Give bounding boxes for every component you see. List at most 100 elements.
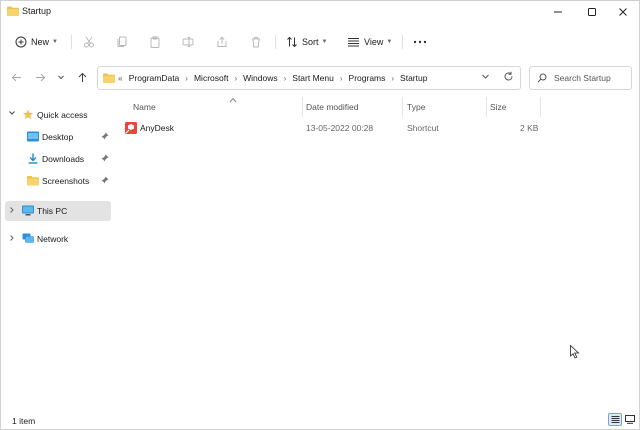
sidebar-item-screenshots[interactable]: Screenshots: [5, 171, 111, 191]
breadcrumb-programdata[interactable]: ProgramData: [129, 73, 180, 83]
column-divider[interactable]: [486, 97, 487, 117]
table-row[interactable]: AnyDesk 13-05-2022 00:28 Shortcut 2 KB: [122, 121, 542, 137]
chevron-right-icon[interactable]: [8, 234, 16, 244]
pin-icon[interactable]: [101, 132, 109, 142]
sidebar-item-label: Network: [37, 234, 69, 244]
folder-icon: [7, 6, 19, 16]
breadcrumb: « ProgramData › Microsoft › Windows › St…: [118, 73, 427, 83]
sidebar-item-desktop[interactable]: Desktop: [5, 127, 111, 147]
view-label: View: [364, 37, 384, 47]
breadcrumb-separator[interactable]: ›: [340, 74, 343, 83]
recent-locations-button[interactable]: [54, 70, 68, 84]
column-divider[interactable]: [302, 97, 303, 117]
address-bar[interactable]: « ProgramData › Microsoft › Windows › St…: [97, 66, 521, 90]
pin-icon[interactable]: [101, 154, 109, 164]
column-header-size[interactable]: Size: [490, 99, 540, 115]
divider: [402, 35, 403, 49]
column-header-type[interactable]: Type: [407, 99, 487, 115]
tiles-view-icon: [625, 415, 635, 424]
breadcrumb-microsoft[interactable]: Microsoft: [194, 73, 228, 83]
details-view-button[interactable]: [608, 413, 622, 426]
sidebar-item-network[interactable]: Network: [5, 229, 111, 249]
refresh-button[interactable]: [503, 71, 514, 85]
rename-icon: [182, 37, 194, 47]
share-button[interactable]: [216, 34, 228, 50]
sort-ascending-icon: [229, 97, 237, 105]
sort-label: Sort: [302, 37, 319, 47]
breadcrumb-separator[interactable]: ›: [391, 74, 394, 83]
arrow-right-icon: [35, 73, 45, 81]
column-divider[interactable]: [540, 97, 541, 117]
divider: [71, 35, 72, 49]
column-header-name[interactable]: Name: [133, 97, 301, 115]
breadcrumb-separator[interactable]: ›: [284, 74, 287, 83]
copy-button[interactable]: [116, 34, 128, 50]
column-divider[interactable]: [402, 97, 403, 117]
minimize-button[interactable]: [542, 1, 574, 23]
breadcrumb-separator[interactable]: ›: [234, 74, 237, 83]
chevron-down-icon: ▼: [386, 39, 393, 45]
sidebar-item-label: Downloads: [42, 154, 85, 164]
file-type: Shortcut: [407, 123, 439, 133]
copy-icon: [117, 36, 127, 47]
column-header-label: Name: [133, 102, 156, 112]
cut-button[interactable]: [83, 34, 95, 50]
forward-button[interactable]: [33, 70, 47, 84]
column-header-date-modified[interactable]: Date modified: [306, 99, 402, 115]
file-date-modified: 13-05-2022 00:28: [306, 123, 374, 133]
more-icon: [413, 40, 427, 44]
back-button[interactable]: [9, 70, 23, 84]
divider: [275, 35, 276, 49]
star-icon: [22, 109, 34, 120]
paste-button[interactable]: [149, 34, 161, 50]
sort-button[interactable]: Sort ▼: [286, 34, 327, 50]
navigation-bar: « ProgramData › Microsoft › Windows › St…: [1, 65, 639, 91]
chevron-down-icon: [482, 74, 489, 79]
trash-icon: [252, 37, 260, 48]
new-button[interactable]: New ▼: [15, 34, 58, 50]
window-title: Startup: [22, 6, 52, 16]
address-dropdown-button[interactable]: [481, 72, 490, 83]
close-button[interactable]: [607, 1, 639, 23]
breadcrumb-programs[interactable]: Programs: [349, 73, 386, 83]
column-header-label: Type: [407, 102, 426, 112]
up-button[interactable]: [75, 70, 89, 84]
chevron-down-icon[interactable]: [8, 109, 16, 119]
this-pc-icon: [22, 205, 34, 216]
sidebar-item-downloads[interactable]: Downloads: [5, 149, 111, 169]
large-icons-view-button[interactable]: [623, 413, 637, 426]
more-options-button[interactable]: [413, 34, 427, 50]
title-bar[interactable]: Startup: [1, 1, 639, 23]
breadcrumb-overflow[interactable]: «: [118, 73, 123, 83]
sidebar-item-label: Quick access: [37, 110, 88, 120]
breadcrumb-start-menu[interactable]: Start Menu: [292, 73, 334, 83]
details-view-icon: [611, 416, 619, 423]
downloads-folder-icon: [28, 153, 38, 164]
sidebar-item-quick-access[interactable]: Quick access: [5, 105, 111, 125]
clipboard-icon: [150, 36, 160, 48]
sidebar-item-this-pc[interactable]: This PC: [5, 201, 111, 221]
status-bar: 1 item: [1, 411, 639, 429]
search-input[interactable]: [554, 71, 630, 85]
refresh-icon: [504, 71, 513, 81]
folder-icon: [103, 73, 115, 83]
search-box[interactable]: [529, 66, 632, 90]
navigation-pane: Quick access Desktop Downloads Screensho…: [1, 97, 116, 407]
rename-button[interactable]: [182, 34, 194, 50]
plus-circle-icon: [15, 36, 27, 48]
pin-icon[interactable]: [101, 176, 109, 186]
maximize-icon: [588, 8, 596, 16]
breadcrumb-windows[interactable]: Windows: [243, 73, 277, 83]
anydesk-icon: [125, 122, 137, 134]
share-icon: [217, 36, 227, 47]
chevron-right-icon[interactable]: [8, 206, 16, 216]
view-button[interactable]: View ▼: [347, 34, 392, 50]
sidebar-item-label: This PC: [37, 206, 68, 216]
minimize-icon: [554, 11, 562, 13]
item-count: 1 item: [12, 416, 36, 426]
breadcrumb-separator[interactable]: ›: [185, 74, 188, 83]
breadcrumb-startup[interactable]: Startup: [400, 73, 427, 83]
maximize-button[interactable]: [576, 1, 608, 23]
delete-button[interactable]: [250, 34, 262, 50]
column-header-label: Size: [490, 102, 507, 112]
